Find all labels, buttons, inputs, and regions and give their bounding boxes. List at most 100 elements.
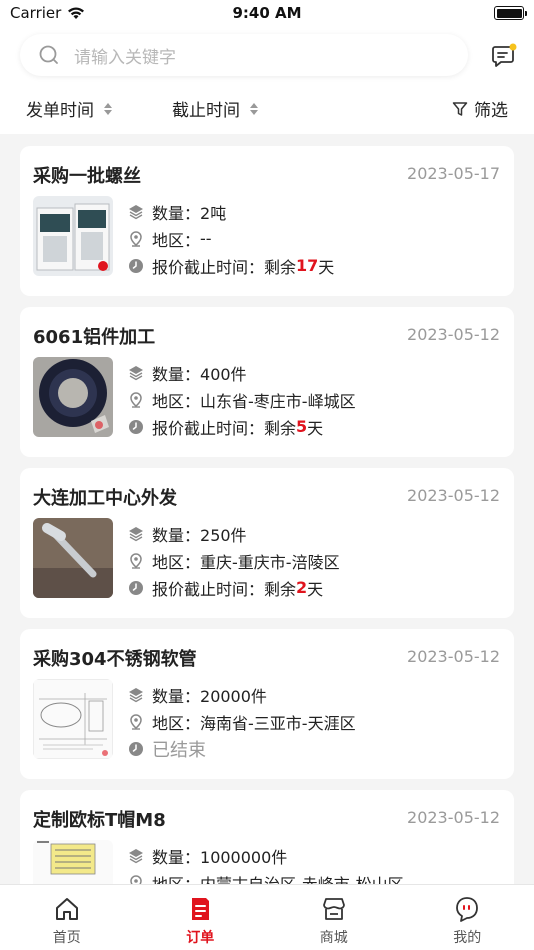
layers-icon: [129, 365, 143, 380]
layers-icon: [129, 526, 143, 541]
quantity-value: 1000000件: [200, 847, 288, 867]
message-icon[interactable]: [490, 42, 518, 70]
region-value: 重庆-重庆市-涪陵区: [200, 552, 340, 572]
search-icon: [39, 45, 58, 64]
layers-icon: [129, 687, 143, 702]
location-icon: [130, 713, 142, 730]
remaining-prefix: 剩余: [264, 418, 297, 438]
sort-arrows-icon: [104, 102, 112, 115]
filter-button[interactable]: 筛选: [452, 96, 508, 121]
sort-issue-time[interactable]: 发单时间: [26, 96, 112, 121]
clock-icon: [129, 741, 143, 756]
order-title: 6061铝件加工: [33, 327, 156, 348]
order-info: 数量： 20000件 地区： 海南省-三亚市-天涯区 已结束: [128, 681, 498, 762]
days-suffix: 天: [307, 579, 324, 599]
region-row: 地区： 重庆-重庆市-涪陵区: [128, 547, 498, 574]
tab-bar: 首页 订单 商城 我的: [0, 884, 534, 950]
tab-home-label: 首页: [52, 930, 81, 946]
tab-profile[interactable]: 我的: [401, 885, 534, 950]
status-bar: Carrier 9:40 AM: [0, 0, 534, 28]
profile-icon: [456, 897, 479, 922]
order-list: 采购一批螺丝 2023-05-17 数量： 2吨 地区： -- 报价截止时间： …: [20, 146, 514, 950]
region-label: 地区：: [152, 552, 201, 572]
quantity-value: 2吨: [200, 203, 227, 223]
ended-status: 已结束: [152, 739, 206, 761]
quantity-value: 400件: [200, 364, 247, 384]
clock: 9:40 AM: [232, 4, 302, 22]
search-input[interactable]: 请输入关键字: [74, 43, 176, 68]
quantity-row: 数量： 250件: [128, 520, 498, 547]
region-label: 地区：: [152, 230, 201, 250]
location-icon: [130, 391, 142, 408]
deadline-label: 报价截止时间：: [152, 418, 265, 438]
quantity-row: 数量： 20000件: [128, 681, 498, 708]
order-date: 2023-05-12: [407, 647, 500, 666]
tab-orders[interactable]: 订单: [134, 885, 268, 950]
region-value: 海南省-三亚市-天涯区: [200, 713, 356, 733]
deadline-label: 报价截止时间：: [152, 579, 265, 599]
order-info: 数量： 2吨 地区： -- 报价截止时间： 剩余 17 天: [128, 198, 498, 279]
tab-store[interactable]: 商城: [267, 885, 401, 950]
order-date: 2023-05-12: [407, 486, 500, 505]
search-bar[interactable]: 请输入关键字: [20, 34, 468, 76]
order-info: 数量： 250件 地区： 重庆-重庆市-涪陵区 报价截止时间： 剩余 2 天: [128, 520, 498, 601]
region-row: 地区： 海南省-三亚市-天涯区: [128, 708, 498, 735]
remaining-prefix: 剩余: [264, 257, 297, 277]
tab-orders-label: 订单: [186, 930, 215, 946]
quantity-value: 250件: [200, 525, 247, 545]
region-value: 山东省-枣庄市-峄城区: [200, 391, 356, 411]
days-suffix: 天: [307, 418, 324, 438]
quantity-label: 数量：: [152, 847, 201, 867]
filter-icon: [452, 101, 468, 116]
tab-home[interactable]: 首页: [0, 885, 134, 950]
order-title: 定制欧标T帽M8: [33, 810, 166, 831]
quantity-label: 数量：: [152, 364, 201, 384]
deadline-row: 报价截止时间： 剩余 5 天: [128, 413, 498, 440]
remaining-prefix: 剩余: [264, 579, 297, 599]
store-icon: [322, 898, 345, 920]
quantity-row: 数量： 1000000件: [128, 842, 498, 869]
region-label: 地区：: [152, 713, 201, 733]
sort-deadline-label: 截止时间: [172, 101, 240, 121]
remaining-days: 17: [296, 256, 319, 275]
region-row: 地区： --: [128, 225, 498, 252]
region-row: 地区： 山东省-枣庄市-峄城区: [128, 386, 498, 413]
clock-icon: [129, 419, 143, 434]
tab-profile-label: 我的: [453, 930, 482, 946]
battery-icon: [494, 6, 527, 20]
order-title: 采购一批螺丝: [33, 166, 141, 187]
order-card[interactable]: 采购一批螺丝 2023-05-17 数量： 2吨 地区： -- 报价截止时间： …: [20, 146, 514, 296]
order-thumbnail: [33, 196, 113, 276]
order-card[interactable]: 采购304不锈钢软管 2023-05-12 数量： 20000件 地区： 海南省…: [20, 629, 514, 779]
order-thumbnail: [33, 679, 113, 759]
filter-bar: 发单时间 截止时间 筛选: [0, 92, 534, 126]
order-thumbnail: [33, 518, 113, 598]
order-title: 采购304不锈钢软管: [33, 649, 197, 670]
header: 请输入关键字 发单时间 截止时间 筛选: [0, 28, 534, 134]
sort-arrows-icon: [250, 102, 258, 115]
remaining-days: 5: [296, 417, 308, 436]
quantity-row: 数量： 400件: [128, 359, 498, 386]
location-icon: [130, 552, 142, 569]
quantity-label: 数量：: [152, 203, 201, 223]
clock-icon: [129, 580, 143, 595]
order-card[interactable]: 6061铝件加工 2023-05-12 数量： 400件 地区： 山东省-枣庄市…: [20, 307, 514, 457]
order-date: 2023-05-12: [407, 325, 500, 344]
layers-icon: [129, 204, 143, 219]
region-value: --: [200, 229, 212, 248]
order-card[interactable]: 大连加工中心外发 2023-05-12 数量： 250件 地区： 重庆-重庆市-…: [20, 468, 514, 618]
home-icon: [55, 898, 78, 920]
layers-icon: [129, 848, 143, 863]
order-date: 2023-05-17: [407, 164, 500, 183]
filter-label: 筛选: [474, 101, 508, 121]
order-title: 大连加工中心外发: [33, 488, 177, 509]
days-suffix: 天: [318, 257, 335, 277]
order-icon: [192, 898, 210, 920]
quantity-value: 20000件: [200, 686, 267, 706]
sort-deadline[interactable]: 截止时间: [172, 96, 258, 121]
tab-store-label: 商城: [319, 930, 348, 946]
order-date: 2023-05-12: [407, 808, 500, 827]
order-thumbnail: [33, 357, 113, 437]
deadline-row: 报价截止时间： 剩余 17 天: [128, 252, 498, 279]
order-info: 数量： 400件 地区： 山东省-枣庄市-峄城区 报价截止时间： 剩余 5 天: [128, 359, 498, 440]
